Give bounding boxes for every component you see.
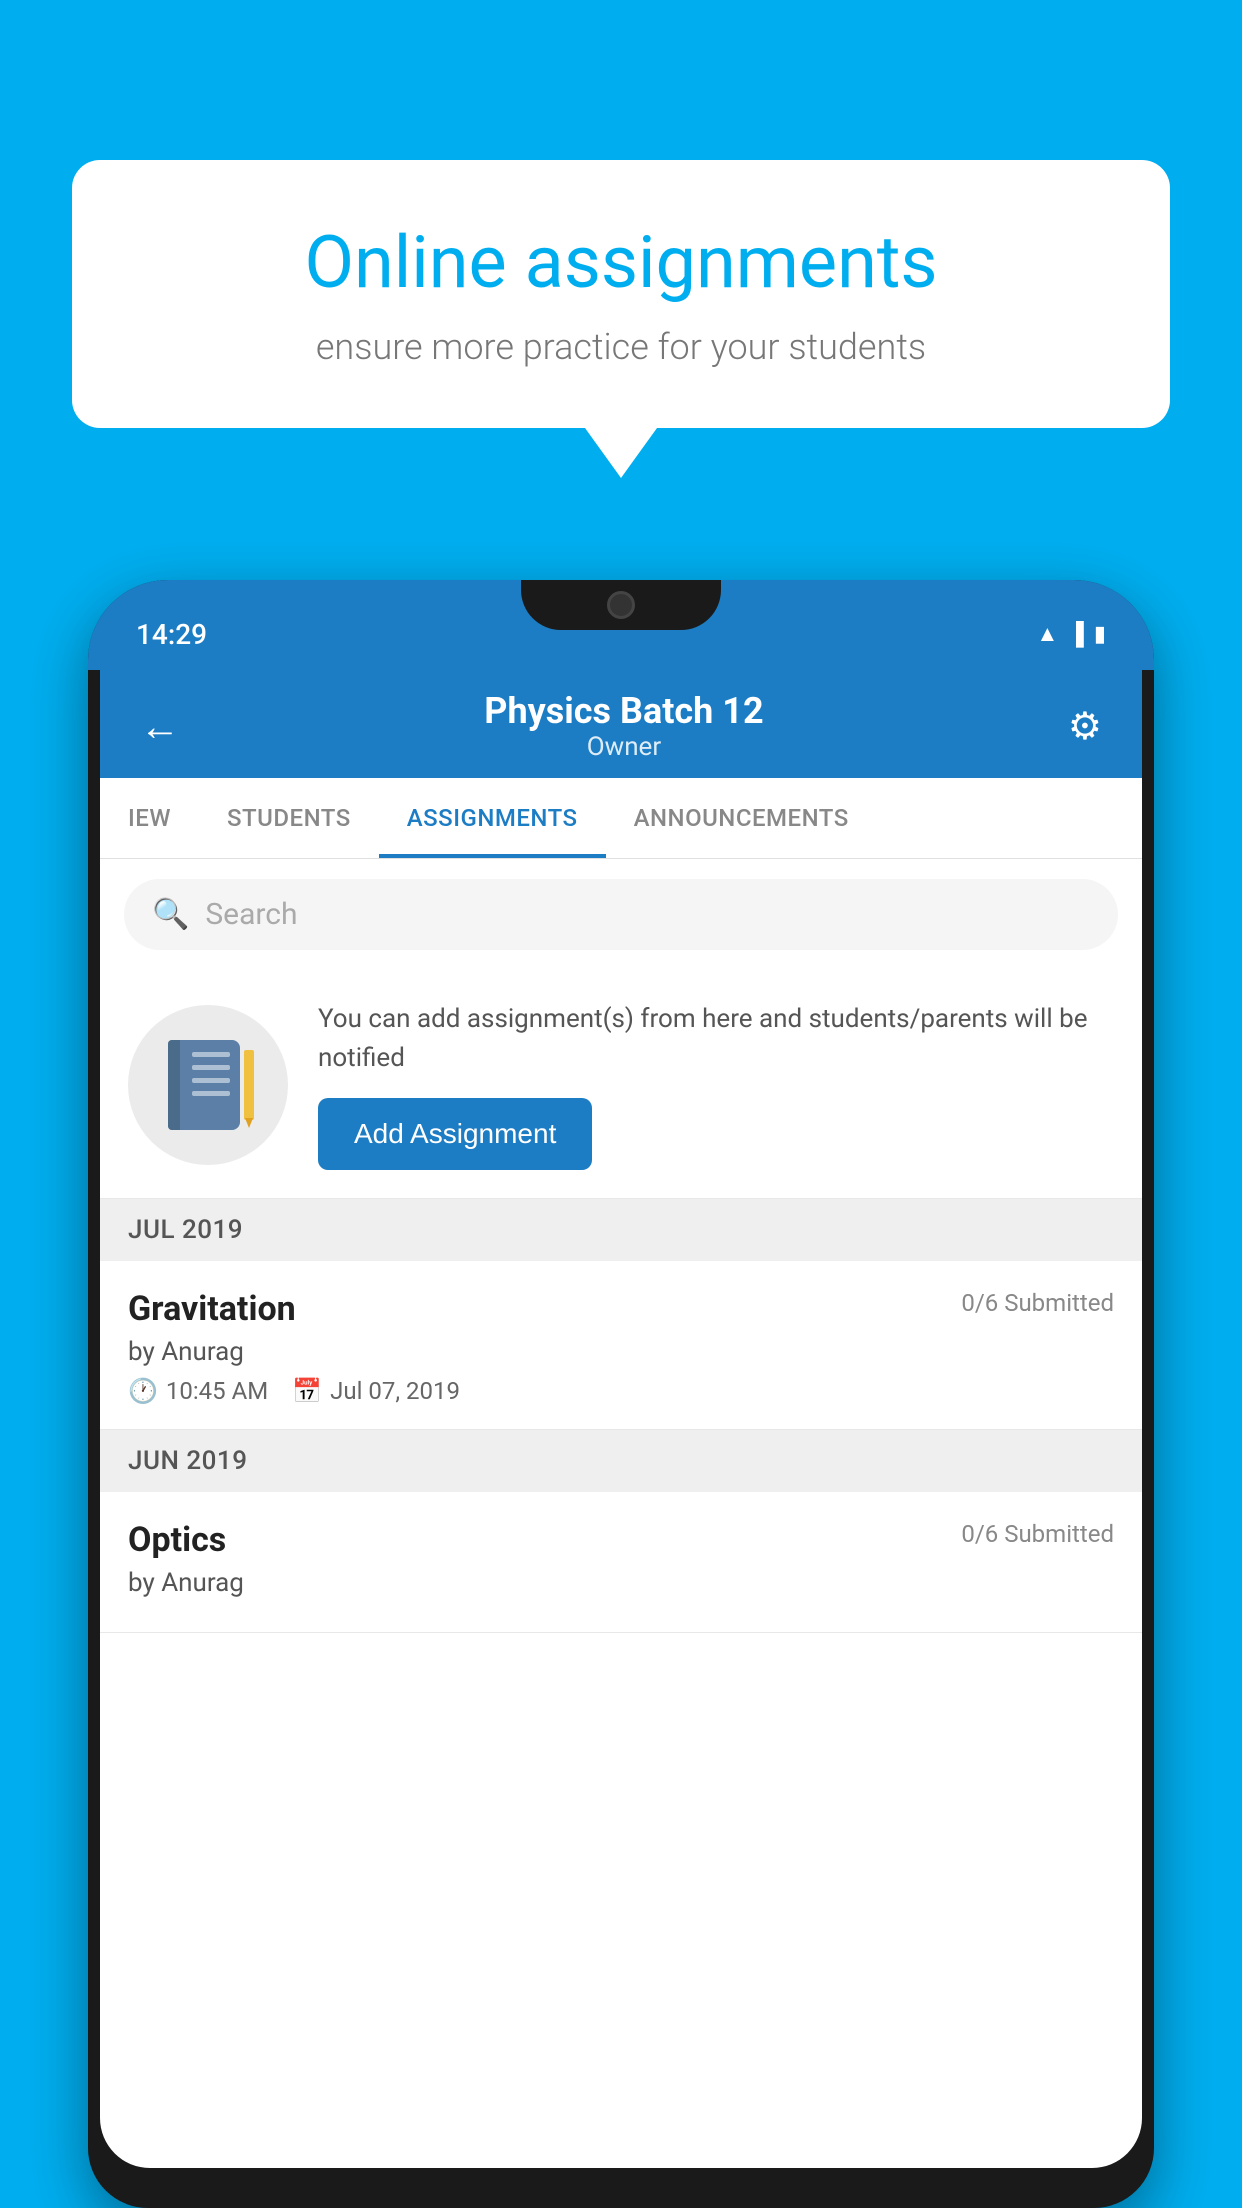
assignment-item-header-optics: Optics 0/6 Submitted (128, 1520, 1114, 1560)
assignment-item-header: Gravitation 0/6 Submitted (128, 1289, 1114, 1329)
speech-bubble-title: Online assignments (142, 220, 1100, 306)
assignment-submitted-optics: 0/6 Submitted (961, 1520, 1114, 1548)
assignment-by-optics: by Anurag (128, 1568, 1114, 1598)
assignment-item-optics[interactable]: Optics 0/6 Submitted by Anurag (100, 1492, 1142, 1633)
battery-icon: ▮ (1094, 622, 1106, 647)
search-icon: 🔍 (152, 897, 189, 932)
add-assignment-button[interactable]: Add Assignment (318, 1098, 592, 1170)
assignment-name: Gravitation (128, 1289, 296, 1329)
search-box[interactable]: 🔍 Search (124, 879, 1118, 950)
section-header-jun: JUN 2019 (100, 1430, 1142, 1492)
assignment-name-optics: Optics (128, 1520, 226, 1560)
tab-announcements[interactable]: ANNOUNCEMENTS (606, 778, 877, 858)
assignment-prompt: You can add assignment(s) from here and … (100, 970, 1142, 1199)
speech-bubble: Online assignments ensure more practice … (72, 160, 1170, 428)
assignment-date-value: Jul 07, 2019 (330, 1377, 460, 1405)
app-header: ← Physics Batch 12 Owner ⚙ (100, 670, 1142, 778)
phone-device: 14:29 ▲ ▐ ▮ ← Physics Batch 12 Owner ⚙ I… (88, 580, 1154, 2208)
status-time: 14:29 (136, 618, 207, 651)
page-subtitle: Owner (180, 732, 1068, 762)
assignment-submitted: 0/6 Submitted (961, 1289, 1114, 1317)
assignment-date: 📅 Jul 07, 2019 (292, 1377, 460, 1405)
speech-bubble-subtitle: ensure more practice for your students (142, 326, 1100, 368)
assignment-item-gravitation[interactable]: Gravitation 0/6 Submitted by Anurag 🕐 10… (100, 1261, 1142, 1430)
assignment-meta: 🕐 10:45 AM 📅 Jul 07, 2019 (128, 1377, 1114, 1405)
tab-students[interactable]: STUDENTS (199, 778, 379, 858)
settings-icon[interactable]: ⚙ (1068, 704, 1102, 749)
phone-notch (521, 580, 721, 630)
assignment-time-value: 10:45 AM (166, 1377, 268, 1405)
signal-icon: ▐ (1068, 621, 1084, 647)
phone-camera (607, 591, 635, 619)
search-container: 🔍 Search (100, 859, 1142, 970)
assignment-info: You can add assignment(s) from here and … (318, 1000, 1114, 1170)
header-title-area: Physics Batch 12 Owner (180, 690, 1068, 762)
search-placeholder: Search (205, 897, 297, 932)
assignment-icon-circle (128, 1005, 288, 1165)
calendar-icon: 📅 (292, 1377, 322, 1405)
status-bar: 14:29 ▲ ▐ ▮ (88, 580, 1154, 670)
assignment-info-text: You can add assignment(s) from here and … (318, 1000, 1114, 1078)
tab-assignments[interactable]: ASSIGNMENTS (379, 778, 606, 858)
assignment-time: 🕐 10:45 AM (128, 1377, 268, 1405)
page-title: Physics Batch 12 (180, 690, 1068, 732)
phone-screen: ← Physics Batch 12 Owner ⚙ IEW STUDENTS … (100, 670, 1142, 2168)
speech-bubble-container: Online assignments ensure more practice … (72, 160, 1170, 478)
speech-bubble-arrow (585, 428, 657, 478)
assignment-by: by Anurag (128, 1337, 1114, 1367)
back-button[interactable]: ← (140, 703, 180, 750)
tab-iew[interactable]: IEW (100, 778, 199, 858)
section-header-jul: JUL 2019 (100, 1199, 1142, 1261)
clock-icon: 🕐 (128, 1377, 158, 1405)
tabs-container: IEW STUDENTS ASSIGNMENTS ANNOUNCEMENTS (100, 778, 1142, 859)
status-icons: ▲ ▐ ▮ (1037, 621, 1106, 647)
wifi-icon: ▲ (1037, 621, 1059, 647)
